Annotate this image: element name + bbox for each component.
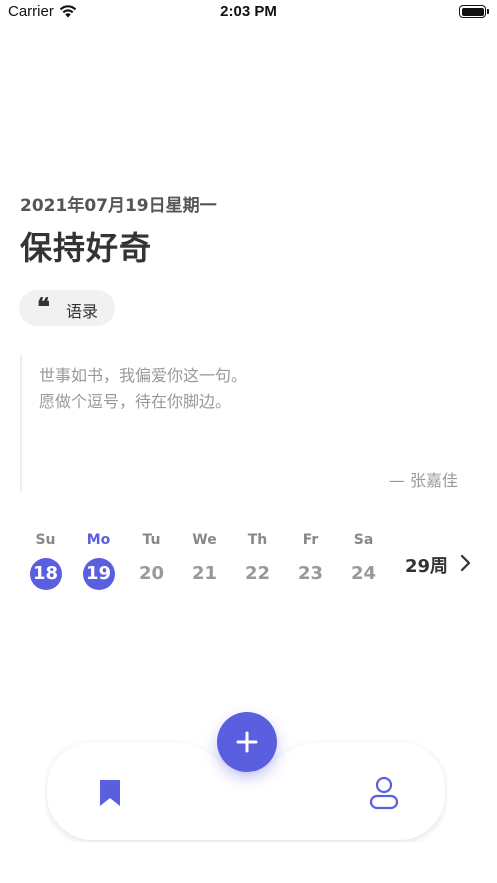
day-th[interactable]: Th 22 [231, 532, 284, 596]
day-number: 22 [244, 563, 271, 584]
day-number: 23 [297, 563, 324, 584]
date-label: 2021年07月19日星期一 [20, 196, 217, 216]
week-number-label[interactable]: 29周 [405, 552, 448, 578]
day-number: 24 [350, 563, 377, 584]
quote-line: 世事如书，我偏爱你这一句。 [39, 366, 248, 385]
bookmark-icon[interactable] [98, 778, 122, 808]
chevron-right-icon[interactable] [458, 553, 474, 573]
quote-author: — 张嘉佳 [388, 471, 458, 490]
day-name: Su [35, 532, 56, 548]
day-mo[interactable]: Mo 19 [72, 532, 125, 596]
quote-line: 愿做个逗号，待在你脚边。 [39, 392, 232, 411]
status-bar: Carrier 2:03 PM [0, 0, 497, 26]
day-tu[interactable]: Tu 20 [125, 532, 178, 596]
day-number: 19 [82, 558, 115, 590]
day-name: Tu [142, 532, 161, 548]
day-number: 18 [29, 558, 62, 590]
quote-icon: ❝ [37, 292, 50, 321]
day-name: We [192, 532, 217, 548]
day-su[interactable]: Su 18 [19, 532, 72, 596]
add-button[interactable] [217, 712, 277, 772]
day-number: 20 [138, 563, 165, 584]
day-name: Mo [86, 532, 111, 548]
user-icon[interactable] [368, 776, 400, 810]
day-name: Sa [353, 532, 374, 548]
page-title: 保持好奇 [20, 229, 153, 267]
day-name: Th [247, 532, 268, 548]
status-time: 2:03 PM [220, 3, 277, 20]
day-name: Fr [302, 532, 319, 548]
quote-category-chip[interactable]: ❝ 语录 [19, 290, 115, 326]
chip-label: 语录 [66, 302, 99, 321]
day-number: 21 [191, 563, 218, 584]
day-sa[interactable]: Sa 24 [337, 532, 390, 596]
day-fr[interactable]: Fr 23 [284, 532, 337, 596]
battery-icon [459, 5, 486, 18]
plus-icon [236, 731, 258, 753]
quote-block: 世事如书，我偏爱你这一句。 愿做个逗号，待在你脚边。 — 张嘉佳 [20, 355, 460, 492]
battery-cap [487, 9, 489, 14]
day-we[interactable]: We 21 [178, 532, 231, 596]
